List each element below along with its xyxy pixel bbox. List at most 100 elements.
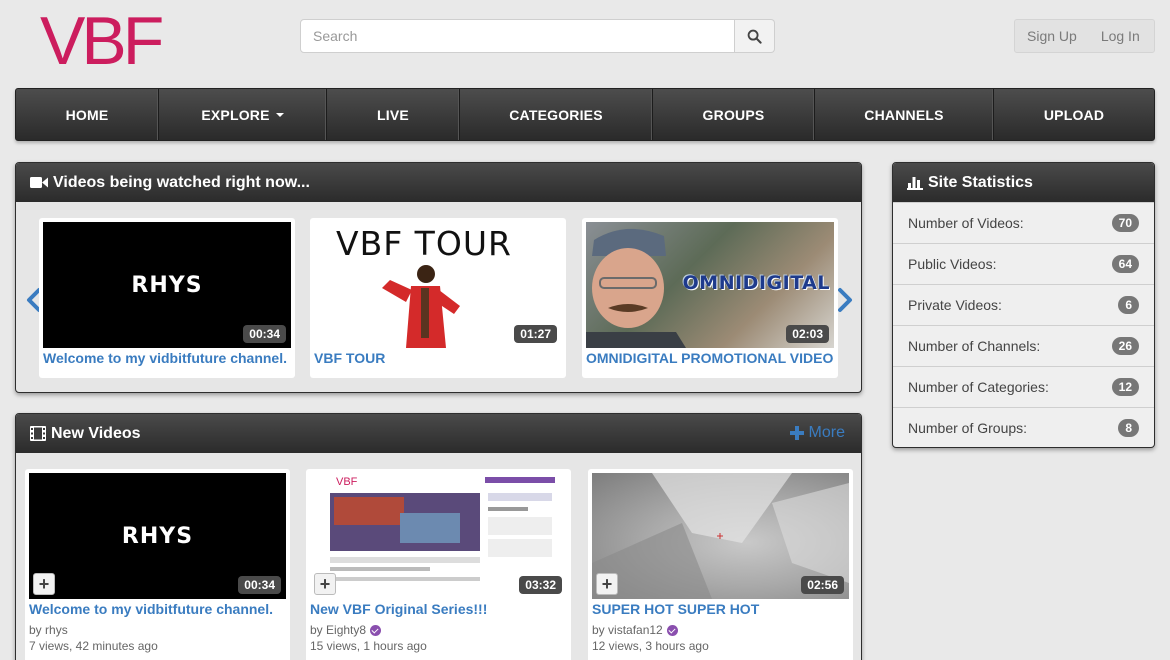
site-statistics-title: Site Statistics	[928, 173, 1033, 191]
site-logo[interactable]: VBF	[40, 7, 164, 75]
add-to-playlist-button[interactable]: +	[596, 573, 618, 595]
verified-icon	[370, 624, 382, 636]
duration-badge: 03:32	[519, 576, 562, 594]
stat-row-public-videos: Public Videos: 64	[893, 243, 1154, 284]
video-card[interactable]: + 02:56 SUPER HOT SUPER HOT by vistafan1…	[588, 469, 853, 660]
stat-label: Number of Channels:	[908, 338, 1041, 354]
video-card[interactable]: VBF TOUR 01:27 VBF TOUR	[310, 218, 566, 378]
video-title-link[interactable]: Welcome to my vidbitfuture channel.	[29, 601, 273, 617]
video-author-line: by rhys	[29, 623, 68, 637]
duration-badge: 02:56	[801, 576, 844, 594]
video-thumbnail[interactable]: VBF + 03:32	[310, 473, 567, 599]
nav-upload-label: UPLOAD	[1043, 106, 1105, 123]
video-camera-icon	[30, 176, 48, 189]
stat-label: Number of Videos:	[908, 215, 1024, 231]
stat-count-badge: 6	[1118, 296, 1139, 314]
new-videos-header: New Videos	[16, 414, 861, 453]
by-label: by	[592, 623, 605, 637]
plus-icon	[789, 426, 804, 440]
video-thumbnail[interactable]: RHYS 00:34	[43, 222, 291, 348]
person-figure-icon	[586, 228, 686, 348]
stat-label: Number of Categories:	[908, 379, 1049, 395]
stat-count-badge: 70	[1111, 214, 1139, 232]
thumbnail-text: OMNIDIGITAL	[682, 272, 830, 294]
video-author-line: by Eighty8	[310, 623, 382, 637]
duration-badge: 02:03	[786, 325, 829, 343]
dancer-figure-icon	[382, 265, 460, 348]
stat-row-videos: Number of Videos: 70	[893, 202, 1154, 243]
author-link[interactable]: rhys	[45, 623, 68, 637]
nav-home[interactable]: HOME	[16, 89, 159, 140]
nav-explore[interactable]: EXPLORE	[159, 89, 327, 140]
nav-home-label: HOME	[65, 106, 109, 123]
video-stats: 7 views, 42 minutes ago	[29, 639, 158, 653]
nav-groups[interactable]: GROUPS	[653, 89, 815, 140]
thumbnail-text: VBF TOUR	[336, 224, 512, 263]
video-card[interactable]: RHYS 00:34 Welcome to my vidbitfuture ch…	[39, 218, 295, 378]
caret-down-icon	[275, 112, 284, 117]
video-thumbnail[interactable]: RHYS + 00:34	[29, 473, 286, 599]
by-label: by	[310, 623, 323, 637]
video-stats: 12 views, 3 hours ago	[592, 639, 709, 653]
duration-badge: 01:27	[514, 325, 557, 343]
video-card[interactable]: RHYS + 00:34 Welcome to my vidbitfuture …	[25, 469, 290, 660]
nav-categories[interactable]: CATEGORIES	[460, 89, 653, 140]
stat-count-badge: 12	[1111, 378, 1139, 396]
stat-label: Public Videos:	[908, 256, 997, 272]
video-stats: 15 views, 1 hours ago	[310, 639, 427, 653]
video-title-link[interactable]: SUPER HOT SUPER HOT	[592, 601, 759, 617]
watching-now-header: Videos being watched right now...	[16, 163, 861, 202]
search-input[interactable]	[300, 19, 735, 53]
stat-count-badge: 26	[1111, 337, 1139, 355]
by-label: by	[29, 623, 42, 637]
video-thumbnail[interactable]: OMNIDIGITAL 02:03	[586, 222, 834, 348]
watching-now-panel: Videos being watched right now... RHYS 0…	[15, 162, 862, 393]
new-videos-title: New Videos	[51, 424, 141, 442]
search-bar	[300, 19, 775, 53]
stat-label: Private Videos:	[908, 297, 1002, 313]
thumbnail-text: RHYS	[121, 523, 194, 549]
stat-row-groups: Number of Groups: 8	[893, 407, 1154, 447]
site-statistics-header: Site Statistics	[893, 163, 1154, 202]
svg-text:VBF: VBF	[336, 476, 358, 488]
film-icon	[30, 426, 46, 441]
more-link[interactable]: More	[789, 424, 845, 442]
new-videos-panel: New Videos More RHYS + 00:34 Welcome to …	[15, 413, 862, 660]
search-button[interactable]	[735, 19, 775, 53]
video-title-link[interactable]: OMNIDIGITAL PROMOTIONAL VIDEO	[586, 350, 833, 366]
nav-live-label: LIVE	[377, 106, 409, 123]
auth-links: Sign Up Log In	[1014, 19, 1155, 53]
video-title-link[interactable]: Welcome to my vidbitfuture channel.	[43, 350, 287, 366]
stat-count-badge: 8	[1118, 419, 1139, 437]
verified-icon	[666, 624, 678, 636]
search-icon	[747, 29, 762, 44]
add-to-playlist-button[interactable]: +	[33, 573, 55, 595]
watching-now-title: Videos being watched right now...	[53, 173, 310, 191]
stat-count-badge: 64	[1111, 255, 1139, 273]
signup-link[interactable]: Sign Up	[1015, 28, 1089, 44]
add-to-playlist-button[interactable]: +	[314, 573, 336, 595]
video-card[interactable]: VBF + 03:32 New VBF Original Series!!! b…	[306, 469, 571, 660]
nav-live[interactable]: LIVE	[327, 89, 460, 140]
main-nav: HOME EXPLORE LIVE CATEGORIES GROUPS CHAN…	[15, 88, 1155, 141]
nav-upload[interactable]: UPLOAD	[994, 89, 1154, 140]
more-label: More	[808, 424, 845, 441]
video-title-link[interactable]: VBF TOUR	[314, 350, 385, 366]
nav-groups-label: GROUPS	[702, 106, 765, 123]
video-thumbnail[interactable]: + 02:56	[592, 473, 849, 599]
video-title-link[interactable]: New VBF Original Series!!!	[310, 601, 487, 617]
stat-row-categories: Number of Categories: 12	[893, 366, 1154, 407]
author-link[interactable]: Eighty8	[326, 623, 366, 637]
stat-row-private-videos: Private Videos: 6	[893, 284, 1154, 325]
carousel-next-icon[interactable]	[835, 287, 855, 313]
nav-channels[interactable]: CHANNELS	[815, 89, 994, 140]
stat-label: Number of Groups:	[908, 420, 1028, 436]
login-link[interactable]: Log In	[1089, 28, 1152, 44]
video-thumbnail[interactable]: VBF TOUR 01:27	[314, 222, 562, 348]
duration-badge: 00:34	[243, 325, 286, 343]
stat-row-channels: Number of Channels: 26	[893, 325, 1154, 366]
author-link[interactable]: vistafan12	[608, 623, 663, 637]
bar-chart-icon	[907, 175, 923, 190]
video-card[interactable]: OMNIDIGITAL 02:03 OMNIDIGITAL PROMOTIONA…	[582, 218, 838, 378]
thumbnail-text: RHYS	[131, 272, 203, 298]
